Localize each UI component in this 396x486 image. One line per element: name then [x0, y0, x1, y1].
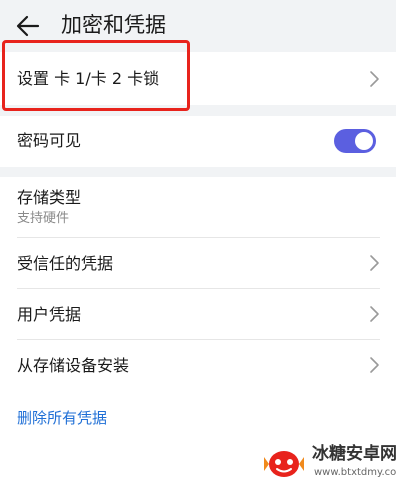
chevron-right-icon — [370, 306, 379, 322]
chevron-right-icon — [370, 255, 379, 271]
page-title: 加密和凭据 — [61, 13, 166, 37]
candy-logo-icon — [264, 451, 304, 477]
password-visible-label: 密码可见 — [17, 131, 82, 150]
install-from-storage-row[interactable]: 从存储设备安装 — [0, 340, 396, 390]
chevron-right-icon — [370, 357, 379, 373]
highlight-annotation — [2, 40, 190, 111]
user-credentials-row[interactable]: 用户凭据 — [0, 289, 396, 339]
storage-type-row: 存储类型 支持硬件 — [0, 177, 396, 237]
watermark: 冰糖安卓网 www.btxtdmy.com — [262, 440, 396, 486]
user-credentials-label: 用户凭据 — [17, 305, 82, 324]
storage-type-value: 支持硬件 — [17, 211, 70, 226]
back-arrow-icon[interactable] — [14, 12, 42, 40]
toggle-knob — [355, 132, 373, 150]
chevron-right-icon — [370, 71, 379, 87]
watermark-url: www.btxtdmy.com — [314, 467, 396, 478]
install-from-storage-label: 从存储设备安装 — [17, 356, 130, 375]
watermark-title: 冰糖安卓网 — [312, 444, 396, 464]
storage-type-label: 存储类型 — [17, 188, 82, 207]
trusted-credentials-label: 受信任的凭据 — [17, 254, 114, 273]
trusted-credentials-row[interactable]: 受信任的凭据 — [0, 238, 396, 288]
password-visible-toggle[interactable] — [334, 129, 376, 153]
password-visible-row: 密码可见 — [0, 116, 396, 167]
clear-credentials-link[interactable]: 删除所有凭据 — [17, 407, 107, 429]
password-visible-card: 密码可见 — [0, 116, 396, 167]
clear-credentials-row[interactable]: 删除所有凭据 — [0, 398, 396, 438]
